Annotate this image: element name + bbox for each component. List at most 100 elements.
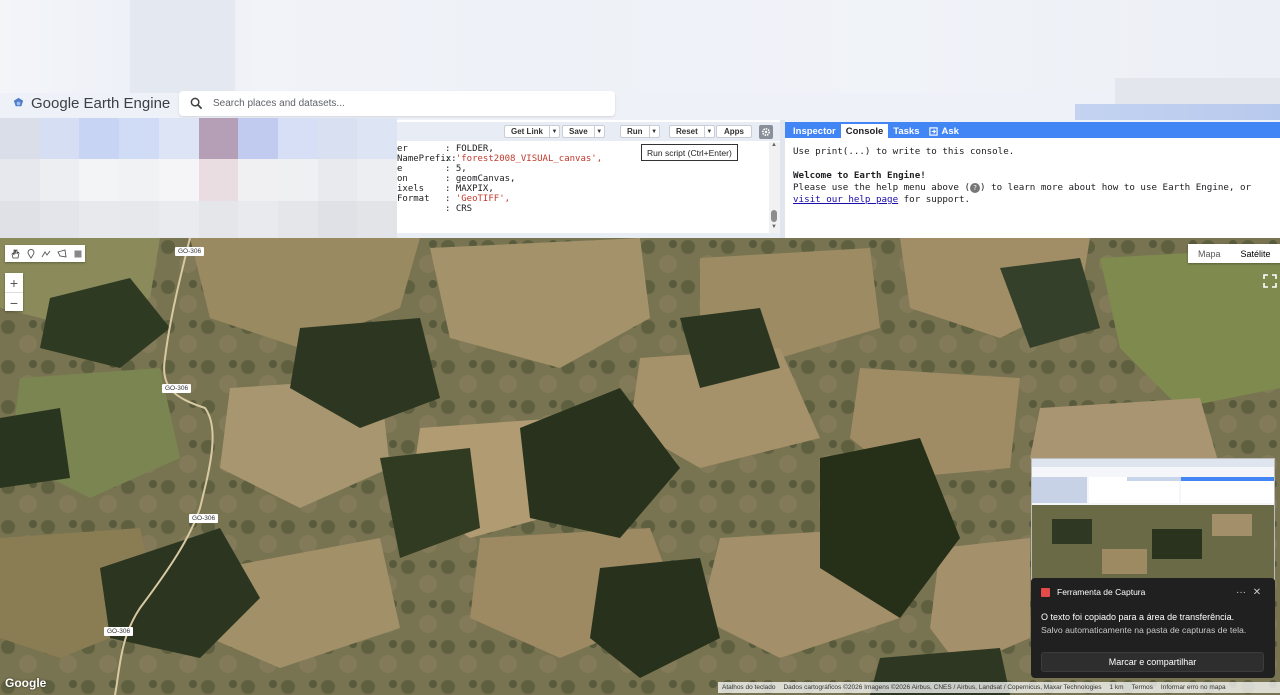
code-key: ixels — [397, 184, 425, 194]
console-panel: Inspector Console Tasks Ask Use print(..… — [785, 122, 1280, 238]
marker-icon[interactable] — [24, 247, 38, 261]
capture-thumbnail[interactable] — [1031, 458, 1275, 580]
tab-inspector[interactable]: Inspector — [788, 124, 841, 138]
apps-label: Apps — [724, 127, 744, 136]
road-label: GO-306 — [104, 627, 134, 636]
console-hint: Use print(...) to write to this console. — [793, 146, 1015, 157]
code-colon: : — [445, 144, 456, 154]
code-line: e: 5, — [397, 164, 769, 174]
editor-scrollbar[interactable]: ▲ ▼ — [769, 142, 780, 233]
code-line: ixels: MAXPIX, — [397, 184, 769, 194]
map-type-toggle: Mapa Satélite — [1188, 244, 1280, 263]
app-logo[interactable]: Google Earth Engine — [12, 95, 170, 112]
terms-link[interactable]: Termos — [1128, 684, 1157, 691]
map-data-credit: Dados cartográficos ©2026 Imagens ©2026 … — [783, 684, 1102, 691]
help-text: Please use the help menu above (?) to le… — [793, 182, 1272, 206]
help-text-pre: Please use the help menu above ( — [793, 182, 971, 193]
tab-console-label: Console — [845, 125, 884, 137]
tab-console[interactable]: Console — [840, 124, 889, 138]
apps-button[interactable]: Apps — [716, 125, 752, 138]
ask-icon — [929, 126, 939, 136]
map-attribution: Atalhos do teclado Dados cartográficos ©… — [718, 682, 1280, 693]
settings-button[interactable] — [759, 125, 773, 139]
road-label: GO-306 — [162, 384, 192, 393]
help-text-mid: ) to learn more about how to use Earth E… — [980, 182, 1252, 193]
get-link-label: Get Link — [511, 127, 544, 136]
code-value: 'GeoTIFF', — [455, 194, 511, 204]
scroll-up-icon[interactable]: ▲ — [771, 142, 777, 148]
code-colon: : — [445, 194, 456, 204]
code-line: on: geomCanvas, — [397, 174, 769, 184]
blurred-scripts-panel — [0, 118, 397, 242]
road-label: GO-306 — [189, 514, 219, 523]
code-value: MAXPIX, — [455, 184, 494, 194]
search-input[interactable] — [213, 98, 593, 109]
search-icon — [190, 97, 203, 110]
code-editor: Get Link ▼ Save ▼ Run ▼ Reset ▼ Apps er … — [397, 120, 780, 233]
notification-message: O texto foi copiado para a área de trans… — [1041, 612, 1235, 622]
code-key: Format — [397, 194, 430, 204]
chevron-down-icon[interactable]: ▼ — [648, 126, 659, 137]
app-title: Google Earth Engine — [31, 95, 171, 112]
fullscreen-button[interactable] — [1261, 272, 1279, 290]
zoom-in-button[interactable]: + — [5, 273, 23, 292]
reset-button[interactable]: Reset ▼ — [669, 125, 715, 138]
run-button[interactable]: Run ▼ — [620, 125, 660, 138]
rectangle-icon[interactable] — [71, 247, 85, 261]
reset-label: Reset — [676, 127, 698, 136]
map-type-satellite[interactable]: Satélite — [1231, 244, 1280, 263]
search-box[interactable] — [179, 91, 615, 116]
blurred-top-banner — [0, 0, 1280, 108]
pan-hand-icon[interactable] — [8, 247, 22, 261]
code-line: Format: 'GeoTIFF', — [397, 194, 769, 204]
run-label: Run — [627, 127, 643, 136]
code-colon: : — [445, 204, 456, 214]
capture-notification: Ferramenta de Captura ··· ✕ O texto foi … — [1031, 578, 1275, 678]
help-page-link[interactable]: visit our help page — [793, 194, 898, 205]
save-button[interactable]: Save ▼ — [562, 125, 605, 138]
scroll-down-icon[interactable]: ▼ — [771, 224, 777, 230]
tab-ask-label: Ask — [941, 125, 959, 137]
code-value: 5, — [455, 164, 467, 174]
more-options-icon[interactable]: ··· — [1233, 587, 1249, 598]
scale-bar[interactable]: 1 km — [1106, 684, 1128, 691]
editor-toolbar: Get Link ▼ Save ▼ Run ▼ Reset ▼ Apps — [397, 122, 780, 141]
google-logo: Google — [5, 676, 47, 690]
zoom-out-button[interactable]: − — [5, 293, 23, 312]
chevron-down-icon[interactable]: ▼ — [703, 126, 714, 137]
keyboard-shortcuts-link[interactable]: Atalhos do teclado — [718, 684, 779, 691]
report-error-link[interactable]: Informar erro no mapa — [1157, 684, 1230, 691]
map-type-map[interactable]: Mapa — [1188, 244, 1231, 263]
tab-tasks-label: Tasks — [893, 125, 920, 137]
save-label: Save — [569, 127, 588, 136]
notification-body: O texto foi copiado para a área de trans… — [1031, 606, 1275, 637]
mark-and-share-button[interactable]: Marcar e compartilhar — [1041, 652, 1264, 672]
code-value: geomCanvas, — [455, 174, 516, 184]
capture-preview-image — [1032, 459, 1274, 579]
code-colon: : — [445, 174, 456, 184]
get-link-button[interactable]: Get Link ▼ — [504, 125, 561, 138]
console-output: Use print(...) to write to this console.… — [785, 138, 1280, 214]
code-key: on — [397, 174, 408, 184]
scrollbar-thumb[interactable] — [771, 210, 777, 222]
earth-engine-window: Google Earth Engine Get Link ▼ Save ▼ — [0, 0, 1280, 695]
tab-ask[interactable]: Ask — [924, 124, 963, 138]
snipping-tool-icon — [1041, 587, 1050, 597]
fullscreen-icon — [1263, 274, 1277, 288]
code-colon: : — [445, 184, 456, 194]
chevron-down-icon[interactable]: ▼ — [549, 126, 559, 137]
tab-tasks[interactable]: Tasks — [888, 124, 924, 138]
code-line: : CRS — [397, 204, 769, 214]
notification-app-name: Ferramenta de Captura — [1057, 587, 1146, 597]
zoom-control: + − — [5, 273, 23, 311]
close-icon[interactable]: ✕ — [1249, 587, 1265, 598]
welcome-text: Welcome to Earth Engine! — [793, 170, 926, 181]
chevron-down-icon[interactable]: ▼ — [593, 126, 604, 137]
line-icon[interactable] — [40, 247, 54, 261]
code-value: 'forest2008_VISUAL_canvas', — [455, 154, 603, 164]
code-colon: : — [445, 164, 456, 174]
polygon-icon[interactable] — [55, 247, 69, 261]
blurred-account-area — [1075, 104, 1280, 120]
help-text-post: for support. — [898, 194, 971, 205]
gear-icon — [761, 127, 771, 137]
